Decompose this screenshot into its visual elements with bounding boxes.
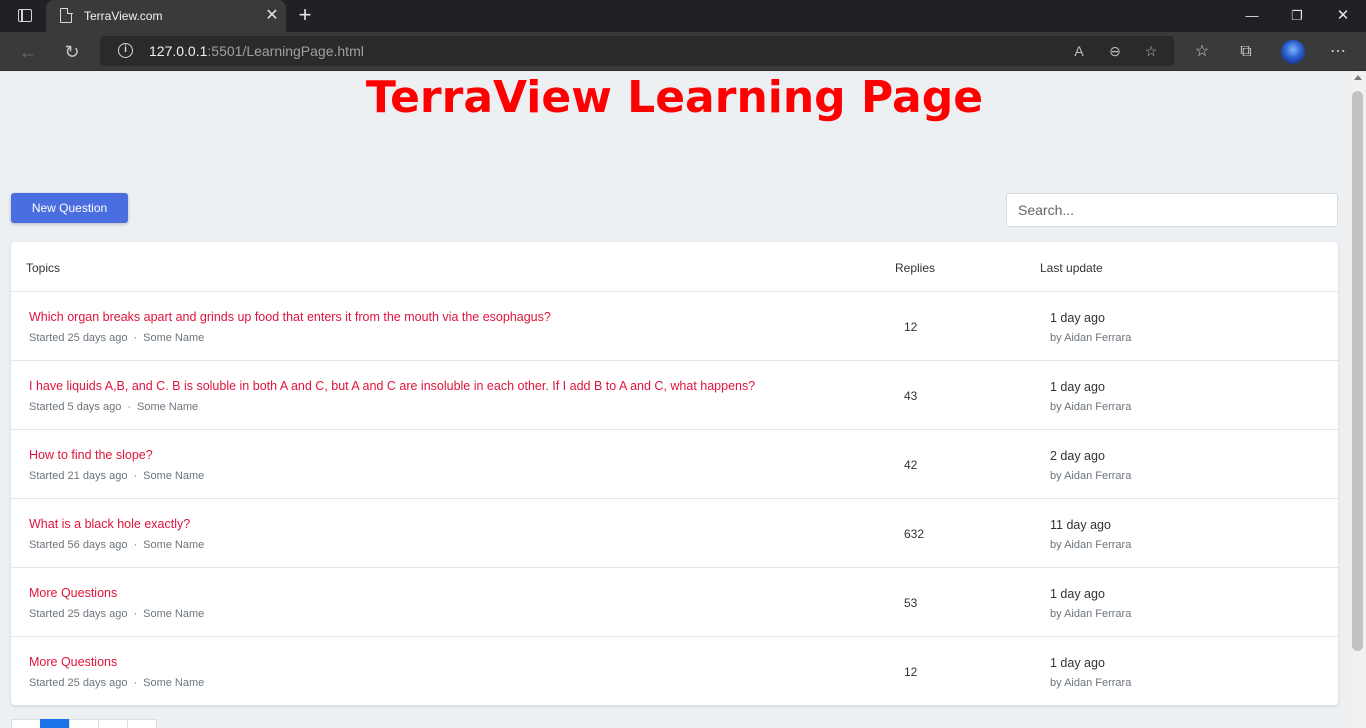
question-link[interactable]: More Questions (29, 586, 117, 600)
author-name: Some Name (143, 677, 205, 689)
browser-toolbar: ← ↻ i 127.0.0.1:5501/LearningPage.html A… (0, 32, 1366, 71)
url-host: 127.0.0.1 (149, 43, 208, 59)
tab-title: TerraView.com (84, 9, 163, 23)
close-window-icon[interactable]: ✕ (1320, 0, 1366, 32)
page-button-prev[interactable] (11, 719, 41, 728)
last-update-time: 1 day ago (1050, 380, 1105, 394)
reply-count: 43 (904, 389, 918, 403)
question-link[interactable]: Which organ breaks apart and grinds up f… (29, 310, 551, 324)
question-meta: Started 25 days ago · Some Name (29, 677, 205, 689)
page-scrollbar[interactable] (1349, 71, 1366, 728)
table-row: More Questions Started 25 days ago · Some … (11, 568, 1338, 637)
question-meta: Started 21 days ago · Some Name (29, 470, 205, 482)
scroll-up-icon[interactable] (1354, 75, 1362, 80)
reply-count: 42 (904, 458, 918, 472)
new-tab-icon[interactable]: + (293, 4, 317, 28)
page-title: TerraView Learning Page (365, 72, 984, 123)
table-row: More Questions Started 25 days ago · Some … (11, 637, 1338, 706)
browser-tab[interactable]: TerraView.com ✕ (46, 0, 286, 32)
question-link[interactable]: I have liquids A,B, and C. B is soluble … (29, 379, 755, 393)
read-aloud-icon[interactable]: A (1068, 40, 1090, 62)
started-text: Started 5 days ago (29, 401, 122, 413)
question-link[interactable]: More Questions (29, 655, 117, 669)
page-button-next[interactable] (127, 719, 157, 728)
question-meta: Started 25 days ago · Some Name (29, 332, 205, 344)
author-name: Some Name (143, 332, 205, 344)
reply-count: 53 (904, 596, 918, 610)
question-meta: Started 56 days ago · Some Name (29, 539, 205, 551)
close-tab-icon[interactable]: ✕ (262, 6, 282, 26)
last-update-author: by Aidan Ferrara (1050, 332, 1132, 344)
page-button[interactable] (69, 719, 99, 728)
table-header: Topics Replies Last update (11, 242, 1338, 292)
pagination (11, 719, 157, 728)
new-question-button[interactable]: New Question (11, 193, 128, 223)
info-icon[interactable]: i (118, 43, 133, 58)
restore-icon[interactable]: ❐ (1274, 0, 1320, 32)
author-name: Some Name (143, 470, 205, 482)
refresh-icon[interactable]: ↻ (59, 39, 85, 65)
scroll-thumb[interactable] (1352, 91, 1363, 651)
last-update-time: 2 day ago (1050, 449, 1105, 463)
author-name: Some Name (143, 608, 205, 620)
page-button[interactable] (98, 719, 128, 728)
question-link[interactable]: What is a black hole exactly? (29, 517, 190, 531)
last-update-author: by Aidan Ferrara (1050, 608, 1132, 620)
page-icon (60, 7, 73, 23)
table-row: What is a black hole exactly? Started 56… (11, 499, 1338, 568)
header-topics: Topics (26, 261, 61, 275)
profile-avatar[interactable] (1281, 40, 1305, 64)
page-button-current[interactable] (40, 719, 70, 728)
tab-actions-icon[interactable] (10, 7, 38, 25)
table-row: I have liquids A,B, and C. B is soluble … (11, 361, 1338, 430)
author-name: Some Name (137, 401, 199, 413)
started-text: Started 25 days ago (29, 332, 128, 344)
add-favorite-icon[interactable]: ☆ (1140, 40, 1162, 62)
topics-table: Topics Replies Last update Which organ b… (11, 242, 1338, 705)
started-text: Started 56 days ago (29, 539, 128, 551)
last-update-time: 1 day ago (1050, 587, 1105, 601)
url-path: :5501/LearningPage.html (207, 43, 364, 59)
url-text[interactable]: 127.0.0.1:5501/LearningPage.html (149, 43, 364, 59)
reply-count: 12 (904, 320, 918, 334)
last-update-author: by Aidan Ferrara (1050, 401, 1132, 413)
started-text: Started 25 days ago (29, 677, 128, 689)
last-update-time: 11 day ago (1050, 518, 1111, 532)
question-meta: Started 5 days ago · Some Name (29, 401, 199, 413)
last-update-author: by Aidan Ferrara (1050, 470, 1132, 482)
reply-count: 632 (904, 527, 925, 541)
question-meta: Started 25 days ago · Some Name (29, 608, 205, 620)
more-icon[interactable]: ⋯ (1325, 39, 1351, 65)
author-name: Some Name (143, 539, 205, 551)
search-input[interactable] (1006, 193, 1338, 227)
zoom-out-icon[interactable]: ⊖ (1104, 40, 1126, 62)
header-last-update: Last update (1040, 261, 1103, 275)
last-update-time: 1 day ago (1050, 656, 1105, 670)
table-row: How to find the slope? Started 21 days a… (11, 430, 1338, 499)
last-update-time: 1 day ago (1050, 311, 1105, 325)
minimize-icon[interactable]: ― (1229, 0, 1275, 32)
table-row: Which organ breaks apart and grinds up f… (11, 292, 1338, 361)
favorites-icon[interactable]: ☆ (1189, 39, 1215, 65)
last-update-author: by Aidan Ferrara (1050, 677, 1132, 689)
back-arrow-icon[interactable]: ← (15, 39, 41, 65)
last-update-author: by Aidan Ferrara (1050, 539, 1132, 551)
collections-icon[interactable]: ⧉ (1233, 39, 1259, 65)
browser-tab-bar: TerraView.com ✕ + ― ❐ ✕ (0, 0, 1366, 32)
started-text: Started 25 days ago (29, 608, 128, 620)
started-text: Started 21 days ago (29, 470, 128, 482)
address-bar[interactable]: i 127.0.0.1:5501/LearningPage.html A ⊖ ☆ (100, 36, 1174, 66)
reply-count: 12 (904, 665, 918, 679)
question-link[interactable]: How to find the slope? (29, 448, 153, 462)
header-replies: Replies (895, 261, 936, 275)
